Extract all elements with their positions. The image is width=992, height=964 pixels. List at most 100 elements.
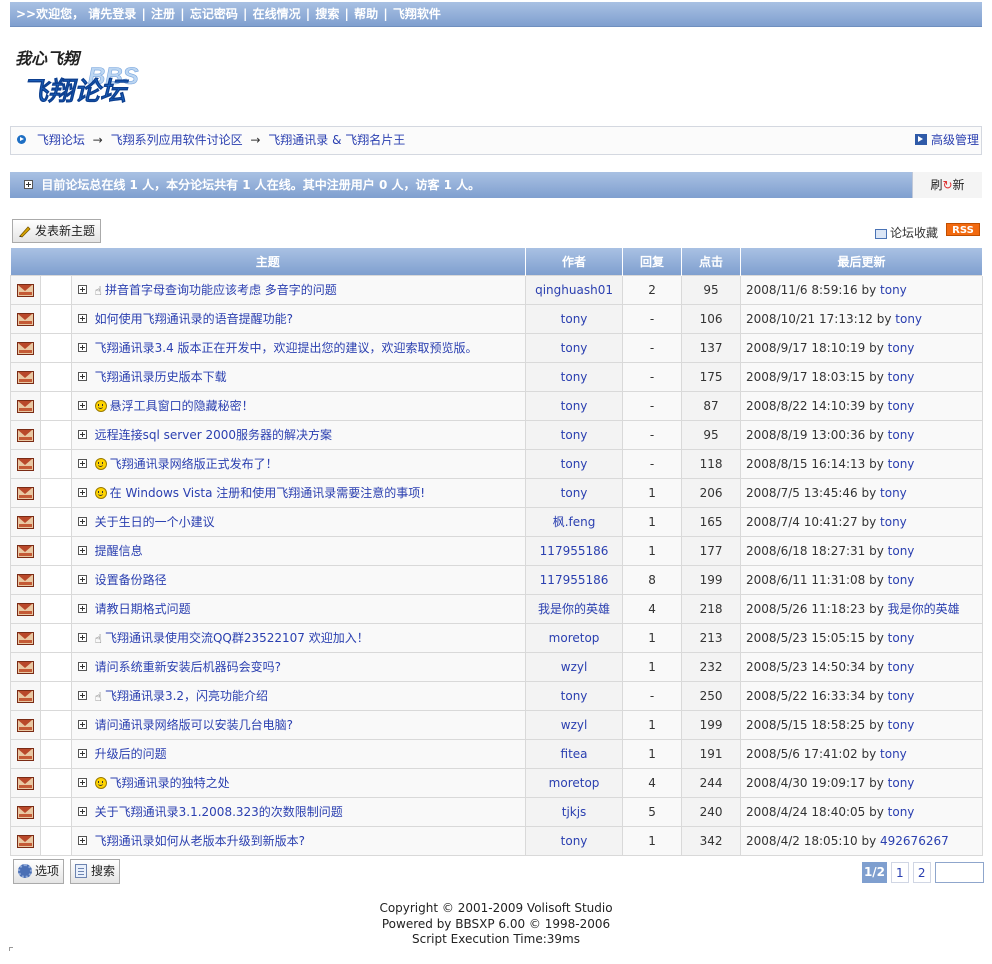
expand-icon[interactable] [78,575,87,584]
advanced-admin-link[interactable]: 高级管理 [931,133,979,147]
expand-icon[interactable] [24,180,33,189]
topic-author-link[interactable]: fitea [561,747,588,761]
expand-icon[interactable] [78,401,87,410]
topic-author-link[interactable]: tony [561,341,588,355]
expand-icon[interactable] [78,778,87,787]
last-update-user-link[interactable]: tony [888,660,915,674]
last-update-user-link[interactable]: tony [880,515,907,529]
topic-title-link[interactable]: 在 Windows Vista 注册和使用飞翔通讯录需要注意的事项! [110,486,425,500]
topic-title-link[interactable]: 飞翔通讯录历史版本下载 [95,370,227,384]
topic-author-link[interactable]: tony [561,834,588,848]
options-button[interactable]: 选项 [13,859,65,884]
topic-title-link[interactable]: 拼音首字母查询功能应该考虑 多音字的问题 [105,283,337,297]
last-update-user-link[interactable]: tony [888,399,915,413]
expand-icon[interactable] [78,285,87,294]
nav-forgot-password[interactable]: 忘记密码 [190,7,238,21]
topic-title-link[interactable]: 如何使用飞翔通讯录的语音提醒功能? [95,312,293,326]
forum-favorite-link[interactable]: 论坛收藏 [874,224,938,241]
new-topic-button[interactable]: 发表新主题 [12,219,102,243]
topic-author-link[interactable]: 117955186 [540,573,609,587]
last-update-user-link[interactable]: tony [888,573,915,587]
expand-icon[interactable] [78,662,87,671]
topic-title-link[interactable]: 设置备份路径 [95,573,167,587]
topic-title-link[interactable]: 远程连接sql server 2000服务器的解决方案 [95,428,332,442]
expand-icon[interactable] [78,314,87,323]
topic-title-link[interactable]: 飞翔通讯录如何从老版本升级到新版本? [95,834,305,848]
rss-badge[interactable]: RSS [946,223,980,236]
expand-icon[interactable] [78,836,87,845]
topic-title-link[interactable]: 飞翔通讯录使用交流QQ群23522107 欢迎加入！ [105,631,369,645]
expand-icon[interactable] [78,720,87,729]
expand-icon[interactable] [78,517,87,526]
last-update-user-link[interactable]: tony [880,486,907,500]
topic-title-link[interactable]: 飞翔通讯录网络版正式发布了！ [110,457,278,471]
topic-title-link[interactable]: 请教日期格式问题 [95,602,191,616]
topic-author-link[interactable]: tony [561,370,588,384]
last-update-user-link[interactable]: tony [888,457,915,471]
last-update-user-link[interactable]: tony [888,776,915,790]
topic-author-link[interactable]: qinghuash01 [535,283,613,297]
forum-logo[interactable]: 我心飞翔 BBS 飞翔论坛 [12,44,172,108]
nav-feixiang-software[interactable]: 飞翔软件 [393,7,441,21]
last-update-user-link[interactable]: 492676267 [880,834,949,848]
last-update-user-link[interactable]: 我是你的英雄 [888,602,960,616]
refresh-button[interactable]: 刷↻新 [912,172,982,198]
last-update-user-link[interactable]: tony [888,428,915,442]
topic-title-link[interactable]: 悬浮工具窗口的隐藏秘密！ [110,399,254,413]
topic-author-link[interactable]: 枫.feng [553,515,596,529]
topic-author-link[interactable]: tjkjs [562,805,587,819]
topic-author-link[interactable]: 117955186 [540,544,609,558]
expand-icon[interactable] [78,372,87,381]
page-2-link[interactable]: 2 [912,862,931,883]
topic-author-link[interactable]: tony [561,486,588,500]
nav-register[interactable]: 注册 [151,7,175,21]
page-goto-input[interactable] [935,862,985,883]
topic-author-link[interactable]: tony [561,399,588,413]
topic-author-link[interactable]: tony [561,457,588,471]
topic-title-link[interactable]: 请问系统重新安装后机器码会变吗? [95,660,281,674]
last-update-user-link[interactable]: tony [880,283,907,297]
expand-icon[interactable] [78,488,87,497]
expand-icon[interactable] [78,749,87,758]
expand-icon[interactable] [78,546,87,555]
nav-search[interactable]: 搜索 [315,7,339,21]
page-1-link[interactable]: 1 [890,862,909,883]
topic-author-link[interactable]: moretop [549,776,600,790]
last-update-user-link[interactable]: tony [895,312,922,326]
last-update-user-link[interactable]: tony [888,370,915,384]
breadcrumb-board[interactable]: 飞翔通讯录 & 飞翔名片王 [268,133,405,147]
topic-title-link[interactable]: 飞翔通讯录3.4 版本正在开发中，欢迎提出您的建议，欢迎索取预览版。 [95,341,478,355]
breadcrumb-category[interactable]: 飞翔系列应用软件讨论区 [111,133,243,147]
topic-title-link[interactable]: 关于飞翔通讯录3.1.2008.323的次数限制问题 [95,805,343,819]
last-update-user-link[interactable]: tony [888,718,915,732]
expand-icon[interactable] [78,633,87,642]
expand-icon[interactable] [78,430,87,439]
search-button[interactable]: 搜索 [70,859,121,884]
expand-icon[interactable] [78,691,87,700]
last-update-user-link[interactable]: tony [888,544,915,558]
topic-author-link[interactable]: wzyl [561,718,588,732]
expand-icon[interactable] [78,807,87,816]
last-update-user-link[interactable]: tony [888,631,915,645]
topic-author-link[interactable]: tony [561,428,588,442]
topic-title-link[interactable]: 关于生日的一个小建议 [95,515,215,529]
expand-icon[interactable] [78,343,87,352]
breadcrumb-forum-home[interactable]: 飞翔论坛 [37,133,85,147]
welcome-text[interactable]: >>欢迎您， 请先登录 [16,7,136,21]
last-update-user-link[interactable]: tony [888,805,915,819]
topic-author-link[interactable]: moretop [549,631,600,645]
topic-title-link[interactable]: 请问通讯录网络版可以安装几台电脑? [95,718,293,732]
last-update-user-link[interactable]: tony [888,341,915,355]
expand-icon[interactable] [78,459,87,468]
topic-author-link[interactable]: tony [561,312,588,326]
topic-author-link[interactable]: 我是你的英雄 [538,602,610,616]
last-update-user-link[interactable]: tony [880,747,907,761]
topic-author-link[interactable]: tony [561,689,588,703]
last-update-user-link[interactable]: tony [888,689,915,703]
nav-online-status[interactable]: 在线情况 [253,7,301,21]
topic-author-link[interactable]: wzyl [561,660,588,674]
topic-title-link[interactable]: 飞翔通讯录的独特之处 [110,776,230,790]
topic-title-link[interactable]: 提醒信息 [95,544,143,558]
expand-icon[interactable] [78,604,87,613]
topic-title-link[interactable]: 升级后的问题 [95,747,167,761]
